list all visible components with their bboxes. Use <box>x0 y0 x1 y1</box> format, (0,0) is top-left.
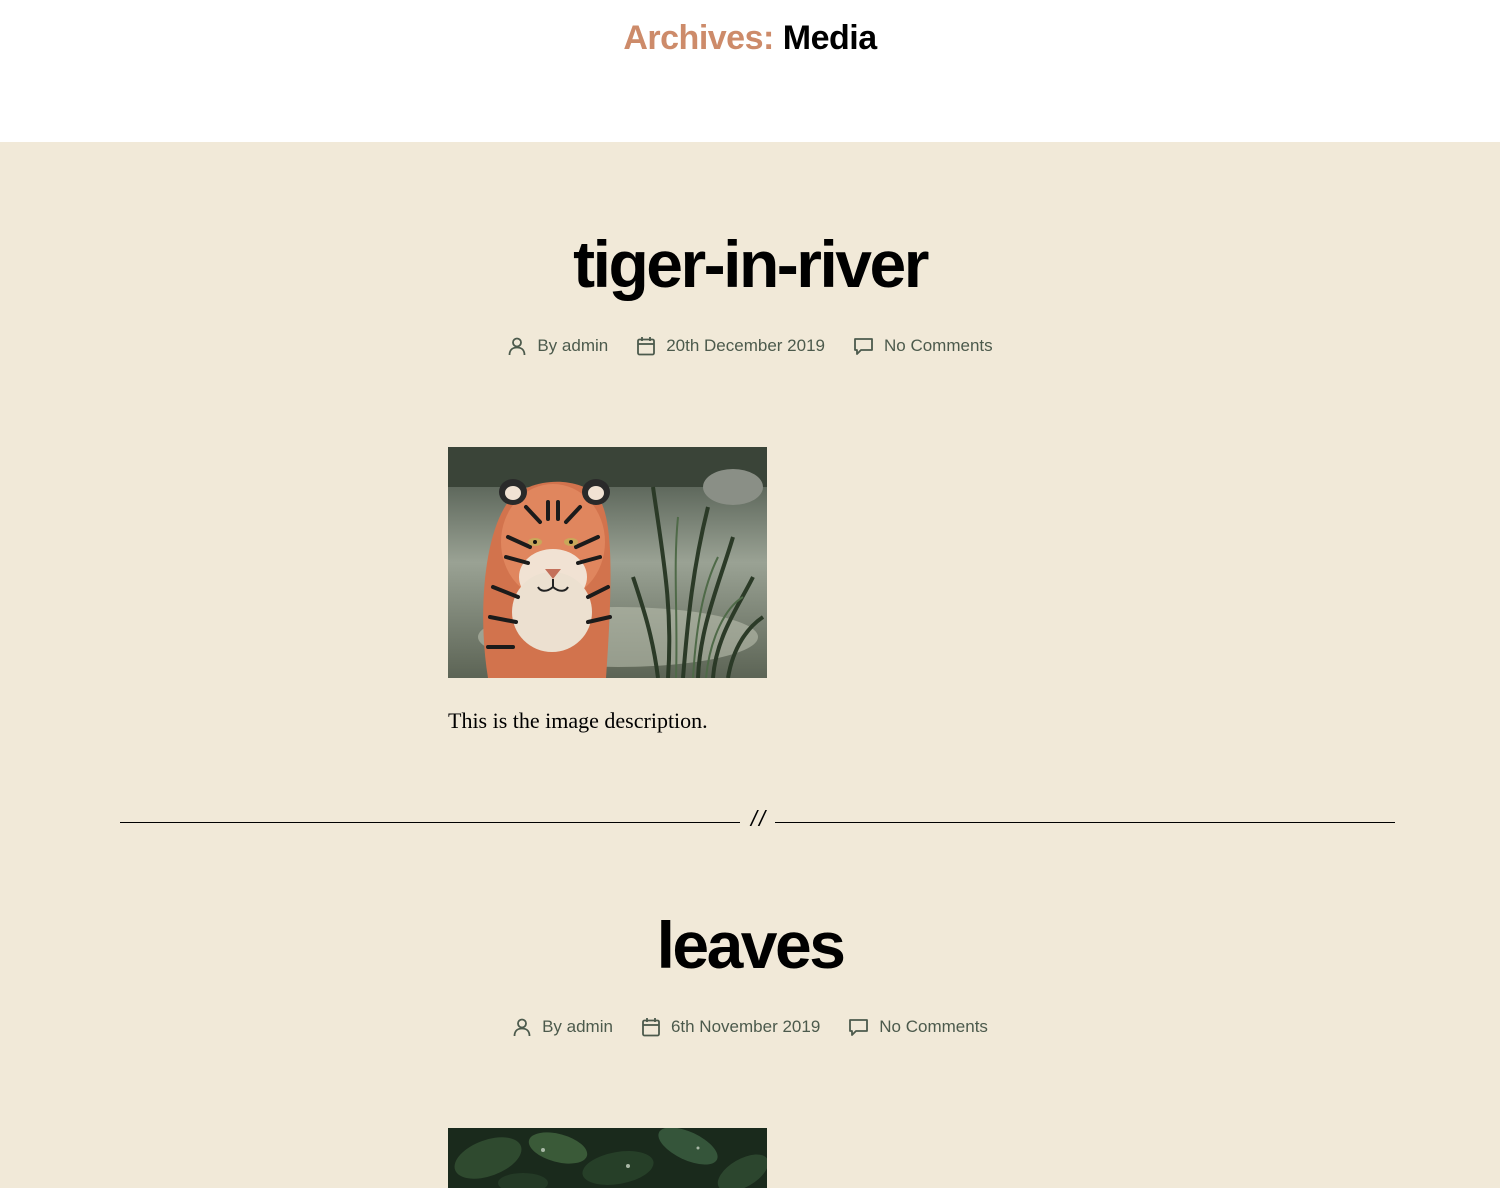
tiger-photo <box>448 447 767 678</box>
post-meta: By admin 20th December 2019 No Comments <box>0 336 1500 356</box>
author-link[interactable]: By admin <box>542 1017 613 1037</box>
person-icon <box>508 337 526 356</box>
post-author: By admin <box>507 336 608 356</box>
comments-link[interactable]: No Comments <box>879 1017 988 1037</box>
separator-mark: // <box>750 806 768 831</box>
post-title-link[interactable]: leaves <box>657 908 846 982</box>
post-comments: No Comments <box>853 336 993 356</box>
post-title: leaves <box>0 907 1500 983</box>
post-separator: // <box>120 806 1395 832</box>
post-title-link[interactable]: tiger-in-river <box>573 227 929 301</box>
archive-title: Archives: Media <box>0 19 1500 58</box>
posts-list: tiger-in-river By admin 20th December 20… <box>0 142 1500 1188</box>
author-link[interactable]: By admin <box>537 336 608 356</box>
separator-line-right <box>775 822 1395 823</box>
separator-line-left <box>120 822 740 823</box>
post-comments: No Comments <box>848 1017 988 1037</box>
comments-link[interactable]: No Comments <box>884 336 993 356</box>
archive-header: Archives: Media <box>0 0 1500 142</box>
post-date: 6th November 2019 <box>641 1017 820 1037</box>
date-link[interactable]: 6th November 2019 <box>671 1017 820 1037</box>
post-title: tiger-in-river <box>0 226 1500 302</box>
comment-bubble-icon <box>854 338 873 355</box>
tiger-image[interactable] <box>448 447 767 678</box>
post-date: 20th December 2019 <box>636 336 825 356</box>
person-icon <box>513 1018 531 1037</box>
calendar-icon <box>642 1018 660 1037</box>
archive-prefix: Archives: <box>623 19 774 57</box>
archive-term: Media <box>782 19 877 57</box>
comment-bubble-icon <box>849 1019 869 1036</box>
calendar-icon <box>637 337 656 356</box>
leaves-image[interactable] <box>448 1128 767 1188</box>
leaves-photo <box>448 1128 767 1188</box>
post-author: By admin <box>512 1017 613 1037</box>
post-meta: By admin 6th November 2019 No Comments <box>0 1017 1500 1037</box>
post-description: This is the image description. <box>448 708 708 733</box>
date-link[interactable]: 20th December 2019 <box>666 336 825 356</box>
